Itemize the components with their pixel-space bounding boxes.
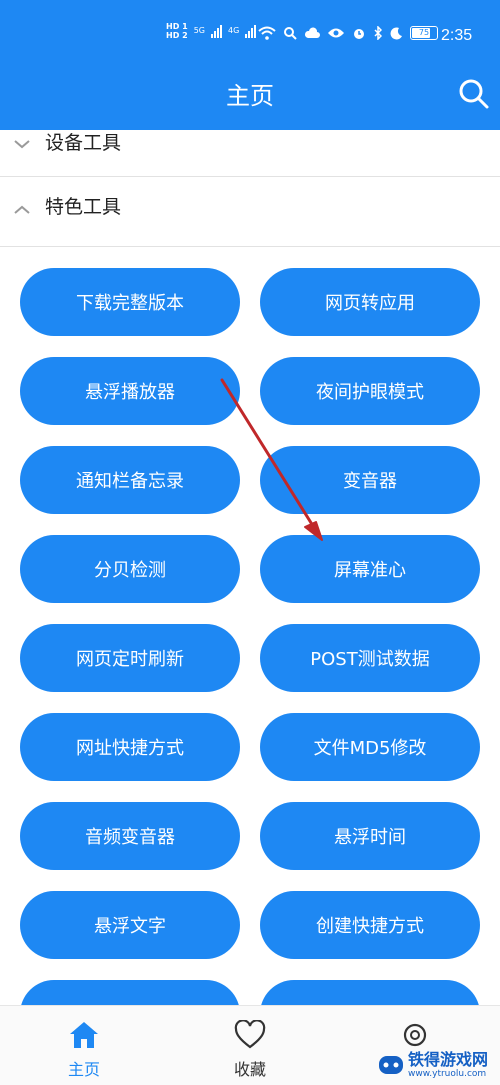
watermark-logo-icon xyxy=(379,1056,403,1074)
section-device-tools-label: 设备工具 xyxy=(45,132,122,154)
tool-button-floating-player[interactable]: 悬浮播放器 xyxy=(20,357,240,425)
watermark-url: www.ytruolu.com xyxy=(408,1069,487,1079)
alarm-icon xyxy=(354,29,364,39)
home-icon xyxy=(70,1022,98,1048)
section-feature-tools[interactable]: 特色工具 xyxy=(0,178,500,247)
chevron-up-icon xyxy=(14,205,30,214)
tool-button-web-to-app[interactable]: 网页转应用 xyxy=(260,268,480,336)
eye-icon xyxy=(328,28,344,38)
battery-level: 75 xyxy=(418,28,430,37)
tool-button-voice-changer[interactable]: 变音器 xyxy=(260,446,480,514)
network-5g-label: 5G xyxy=(193,26,205,35)
cloud-icon xyxy=(304,27,320,38)
chevron-down-icon xyxy=(14,140,30,149)
nav-home-label: 主页 xyxy=(67,1060,100,1079)
tool-button-page-auto-refresh[interactable]: 网页定时刷新 xyxy=(20,624,240,692)
watermark-name: 铁得游戏网 xyxy=(408,1050,489,1069)
tool-button-decibel-meter[interactable]: 分贝检测 xyxy=(20,535,240,603)
bluetooth-icon xyxy=(374,26,383,40)
tool-button-post-test[interactable]: POST测试数据 xyxy=(260,624,480,692)
sim1-hd-label: HD 1 xyxy=(166,22,188,31)
watermark: 铁得游戏网 www.ytruolu.com xyxy=(378,1048,488,1082)
header-edge xyxy=(0,110,500,130)
gear-icon xyxy=(403,1023,427,1047)
sim2-hd-label: HD 2 xyxy=(166,31,188,40)
sim-indicators: HD 1 HD 2 xyxy=(166,22,188,40)
section-feature-tools-label: 特色工具 xyxy=(45,196,122,218)
network-4g-label: 4G xyxy=(227,26,240,35)
nav-favorites-label: 收藏 xyxy=(233,1060,266,1079)
signal-bars-2-icon xyxy=(245,24,257,38)
tool-button-night-mode[interactable]: 夜间护眼模式 xyxy=(260,357,480,425)
search-icon[interactable] xyxy=(458,78,490,110)
wifi-icon xyxy=(258,26,276,40)
search-status-icon xyxy=(284,27,297,40)
status-bar: HD 1 HD 2 5G 4G 75 2:35 xyxy=(0,20,500,56)
signal-bars-icon xyxy=(210,24,222,38)
moon-icon xyxy=(390,26,402,39)
tool-button-create-shortcut[interactable]: 创建快捷方式 xyxy=(260,891,480,959)
nav-item-home[interactable]: 主页 xyxy=(24,1006,144,1085)
nav-item-favorites[interactable]: 收藏 xyxy=(190,1006,310,1085)
tool-button-md5-modify[interactable]: 文件MD5修改 xyxy=(260,713,480,781)
status-time: 2:35 xyxy=(441,27,473,44)
tool-button-notification-memo[interactable]: 通知栏备忘录 xyxy=(20,446,240,514)
battery-icon: 75 xyxy=(410,26,438,40)
tool-button-floating-text[interactable]: 悬浮文字 xyxy=(20,891,240,959)
tool-button-audio-changer[interactable]: 音频变音器 xyxy=(20,802,240,870)
tool-button-url-shortcut[interactable]: 网址快捷方式 xyxy=(20,713,240,781)
tool-button-floating-time[interactable]: 悬浮时间 xyxy=(260,802,480,870)
heart-icon xyxy=(234,1020,266,1049)
tool-button-screen-crosshair[interactable]: 屏幕准心 xyxy=(260,535,480,603)
tool-button-download-full[interactable]: 下载完整版本 xyxy=(20,268,240,336)
